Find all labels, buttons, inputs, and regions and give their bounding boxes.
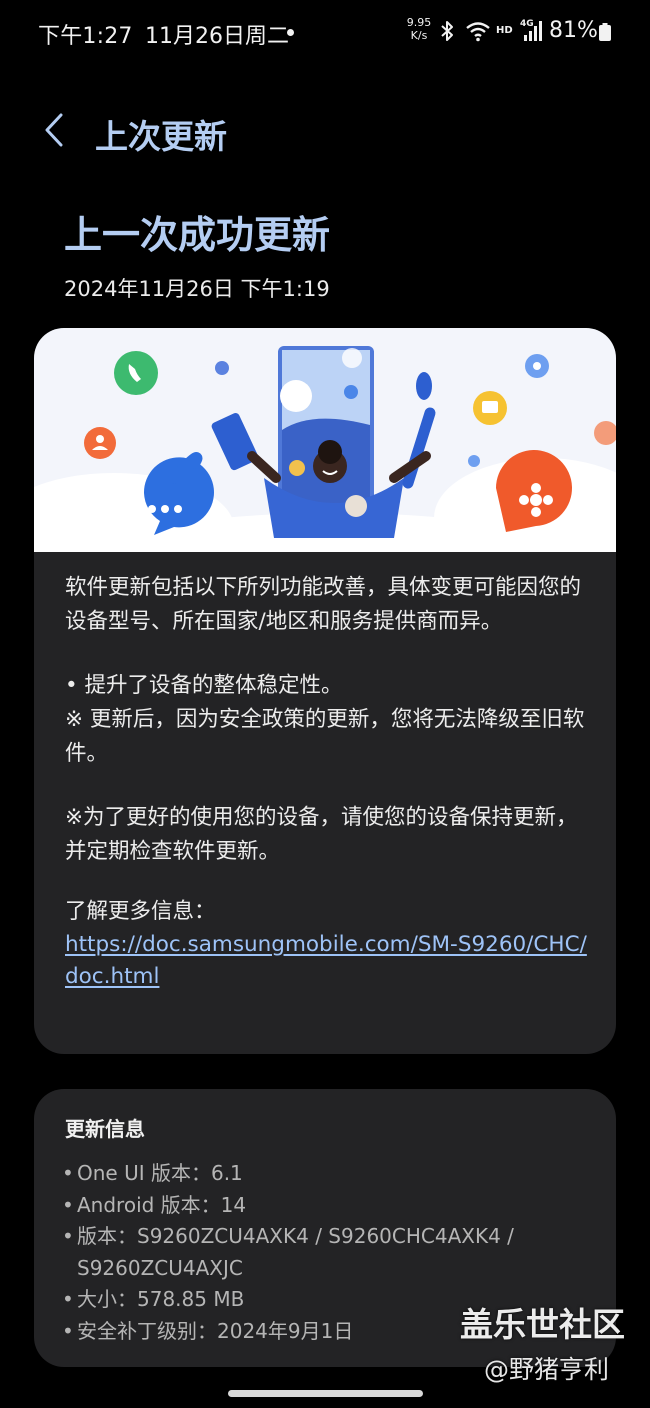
chevron-left-icon — [45, 113, 63, 147]
watermark-author: @野猪亨利 — [484, 1355, 610, 1384]
info-item-one-ui-version: One UI 版本：6.1 — [62, 1158, 592, 1190]
bluetooth-icon — [441, 21, 453, 41]
status-time: 下午1:27 — [38, 24, 133, 49]
last-update-title: 上一次成功更新 — [64, 213, 331, 257]
watermark-forum: 盖乐世社区 — [460, 1305, 625, 1344]
update-info-title: 更新信息 — [65, 1117, 145, 1141]
signal-strength-icon — [524, 21, 542, 41]
hd-voice-indicator: HD — [496, 25, 513, 36]
back-button[interactable] — [36, 108, 72, 152]
update-notes: 软件更新包括以下所列功能改善，具体变更可能因您的设备型号、所在国家/地区和服务提… — [65, 571, 595, 994]
home-gesture-bar[interactable] — [228, 1390, 423, 1397]
update-details-card: 软件更新包括以下所列功能改善，具体变更可能因您的设备型号、所在国家/地区和服务提… — [34, 328, 616, 1054]
more-info-label: 了解更多信息： — [65, 899, 216, 924]
network-speed-unit: K/s — [410, 29, 428, 42]
update-notes-stability: • 提升了设备的整体稳定性。 — [65, 673, 343, 698]
network-speed-value: 9.95 — [406, 16, 432, 29]
info-item-android-version: Android 版本：14 — [62, 1190, 592, 1222]
update-notes-downgrade-note: ※ 更新后，因为安全政策的更新，您将无法降级至旧软件。 — [65, 707, 585, 766]
update-illustration — [34, 328, 616, 552]
update-notes-intro: 软件更新包括以下所列功能改善，具体变更可能因您的设备型号、所在国家/地区和服务提… — [65, 575, 582, 634]
last-update-date: 2024年11月26日 下午1:19 — [64, 277, 330, 301]
notification-dot-icon — [287, 29, 294, 36]
update-notes-keep-updated: ※为了更好的使用您的设备，请使您的设备保持更新，并定期检查软件更新。 — [65, 805, 578, 864]
network-speed: 9.95 K/s — [405, 16, 433, 42]
more-info-link[interactable]: https://doc.samsungmobile.com/SM-S9260/C… — [65, 929, 595, 993]
battery-icon — [599, 23, 611, 41]
battery-percentage: 81% — [549, 18, 598, 43]
page-title: 上次更新 — [95, 117, 227, 156]
info-item-build-version: 版本：S9260ZCU4AXK4 / S9260CHC4AXK4 / S9260… — [62, 1221, 592, 1284]
wifi-icon — [466, 22, 490, 42]
status-bar: 下午1:27 11月26日周二 9.95 K/s HD 4G 81% — [0, 0, 650, 64]
status-date: 11月26日周二 — [145, 24, 289, 49]
